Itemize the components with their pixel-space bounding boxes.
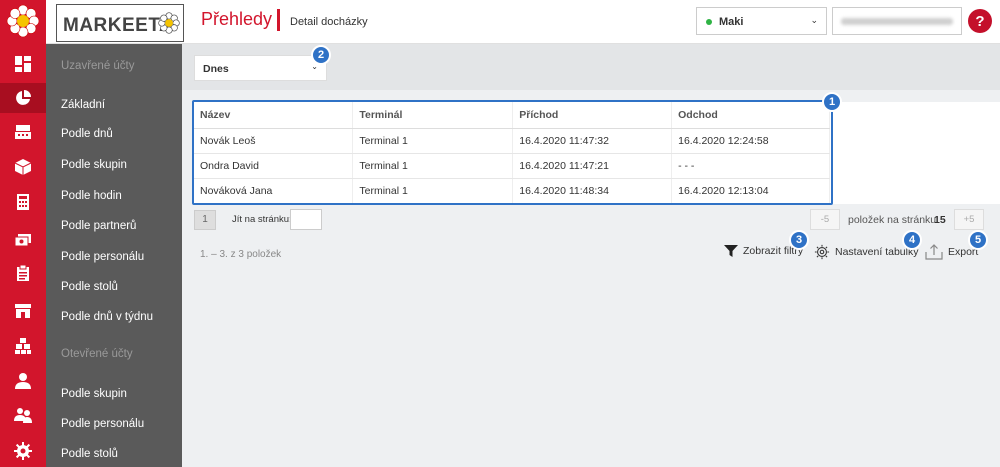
gear-icon (814, 244, 830, 260)
blurred-email (841, 18, 953, 25)
flower-logo-icon (6, 4, 40, 38)
column-header-departure[interactable]: Odchod (671, 102, 830, 129)
register-icon (15, 125, 31, 139)
table-row[interactable]: Ondra David Terminal 1 16.4.2020 11:47:2… (194, 153, 830, 179)
rail-money[interactable] (0, 225, 46, 255)
rail-clipboard[interactable] (0, 258, 46, 288)
cell-name: Novák Leoš (194, 128, 354, 154)
rail-reports[interactable] (0, 83, 46, 113)
rail-stock[interactable] (0, 331, 46, 361)
top-header: MARKEETA Přehledy Detail docházky Maki ⌄… (46, 0, 1000, 44)
callout-badge-3: 3 (789, 230, 809, 250)
date-range-value: Dnes (203, 63, 229, 75)
dashboard-icon (15, 56, 31, 72)
clipboard-icon (17, 264, 29, 281)
column-header-name[interactable]: Název (194, 102, 354, 129)
rail-store[interactable] (0, 295, 46, 325)
cell-arrival: 16.4.2020 11:47:21 (512, 153, 673, 179)
brand-logo[interactable]: MARKEETA (56, 4, 184, 42)
menu-item-open-podle-skupin[interactable]: Podle skupin (61, 388, 127, 400)
filter-icon (724, 245, 738, 257)
page-subtitle: Detail docházky (290, 16, 368, 28)
cell-arrival: 16.4.2020 11:48:34 (512, 178, 673, 204)
title-divider (277, 9, 280, 31)
rail-products[interactable] (0, 152, 46, 182)
callout-badge-4: 4 (902, 230, 922, 250)
export-icon (925, 244, 943, 260)
table-header-row: Název Terminál Příchod Odchod (194, 102, 830, 129)
cell-departure: 16.4.2020 12:13:04 (671, 178, 830, 204)
calculator-icon (17, 194, 29, 210)
column-header-arrival[interactable]: Příchod (512, 102, 673, 129)
attendance-table: Název Terminál Příchod Odchod Novák Leoš… (194, 102, 830, 204)
rail-settings[interactable] (0, 436, 46, 466)
menu-item-zakladni[interactable]: Základní (61, 99, 105, 111)
stock-icon (15, 338, 31, 354)
rail-user[interactable] (0, 366, 46, 396)
menu-item-open-podle-personalu[interactable]: Podle personálu (61, 418, 144, 430)
goto-page-label: Jít na stránku: (232, 214, 292, 225)
per-page-value: 15 (934, 214, 946, 226)
box-icon (14, 159, 32, 175)
help-button[interactable]: ? (968, 9, 992, 33)
page-1-button[interactable]: 1 (194, 210, 216, 230)
rail-dashboard[interactable] (0, 49, 46, 79)
goto-page-input[interactable] (290, 209, 322, 230)
flower-logo-icon (158, 12, 180, 34)
per-page-increase-button[interactable]: +5 (954, 209, 984, 230)
cell-name: Ondra David (194, 153, 354, 179)
user-name: Maki (719, 16, 744, 28)
per-page-decrease-button[interactable]: -5 (810, 209, 840, 230)
page-title: Přehledy (201, 9, 273, 29)
money-icon (14, 234, 31, 247)
menu-item-podle-hodin[interactable]: Podle hodin (61, 190, 122, 202)
menu-item-podle-dnu-v-tydnu[interactable]: Podle dnů v týdnu (61, 311, 153, 323)
date-range-select[interactable]: Dnes ⌄ (194, 55, 327, 81)
callout-badge-5: 5 (968, 230, 988, 250)
menu-section-closed: Uzavřené účty (61, 60, 135, 72)
callout-badge-1: 1 (822, 92, 842, 112)
filter-bar: Dnes ⌄ (182, 44, 1000, 90)
table-row[interactable]: Nováková Jana Terminal 1 16.4.2020 11:48… (194, 178, 830, 204)
callout-badge-2: 2 (311, 45, 331, 65)
user-icon (15, 373, 31, 389)
table-settings-button[interactable]: Nastavení tabulky (814, 244, 918, 260)
menu-item-podle-skupin[interactable]: Podle skupin (61, 159, 127, 171)
store-icon (15, 304, 31, 318)
cell-name: Nováková Jana (194, 178, 354, 204)
icon-rail (0, 0, 46, 467)
cell-departure: 16.4.2020 12:24:58 (671, 128, 830, 154)
cell-departure: - - - (671, 153, 830, 179)
table-row[interactable]: Novák Leoš Terminal 1 16.4.2020 11:47:32… (194, 128, 830, 154)
per-page-label: položek na stránku (848, 214, 937, 226)
cell-terminal: Terminal 1 (352, 153, 514, 179)
cell-terminal: Terminal 1 (352, 178, 514, 204)
attendance-table-panel: Název Terminál Příchod Odchod Novák Leoš… (194, 102, 1000, 204)
reports-pie-icon (16, 90, 31, 105)
brand-name: MARKEETA (63, 15, 174, 36)
menu-item-podle-stolu[interactable]: Podle stolů (61, 281, 118, 293)
column-header-terminal[interactable]: Terminál (352, 102, 514, 129)
rail-register[interactable] (0, 117, 46, 147)
cell-terminal: Terminal 1 (352, 128, 514, 154)
menu-item-podle-personalu[interactable]: Podle personálu (61, 251, 144, 263)
users-icon (14, 408, 32, 423)
menu-item-open-podle-stolu[interactable]: Podle stolů (61, 448, 118, 460)
menu-item-podle-partneru[interactable]: Podle partnerů (61, 220, 136, 232)
rail-users[interactable] (0, 400, 46, 430)
item-count: 1. – 3. z 3 položek (200, 249, 282, 260)
chevron-down-icon: ⌄ (810, 15, 818, 25)
settings-icon (14, 442, 32, 460)
online-status-icon (706, 19, 712, 25)
rail-calculator[interactable] (0, 187, 46, 217)
reports-menu: Uzavřené účty Základní Podle dnů Podle s… (46, 44, 182, 467)
user-select[interactable]: Maki ⌄ (696, 7, 827, 35)
menu-item-podle-dnu[interactable]: Podle dnů (61, 128, 113, 140)
menu-section-open: Otevřené účty (61, 348, 133, 360)
cell-arrival: 16.4.2020 11:47:32 (512, 128, 673, 154)
account-email-field[interactable] (832, 7, 962, 35)
